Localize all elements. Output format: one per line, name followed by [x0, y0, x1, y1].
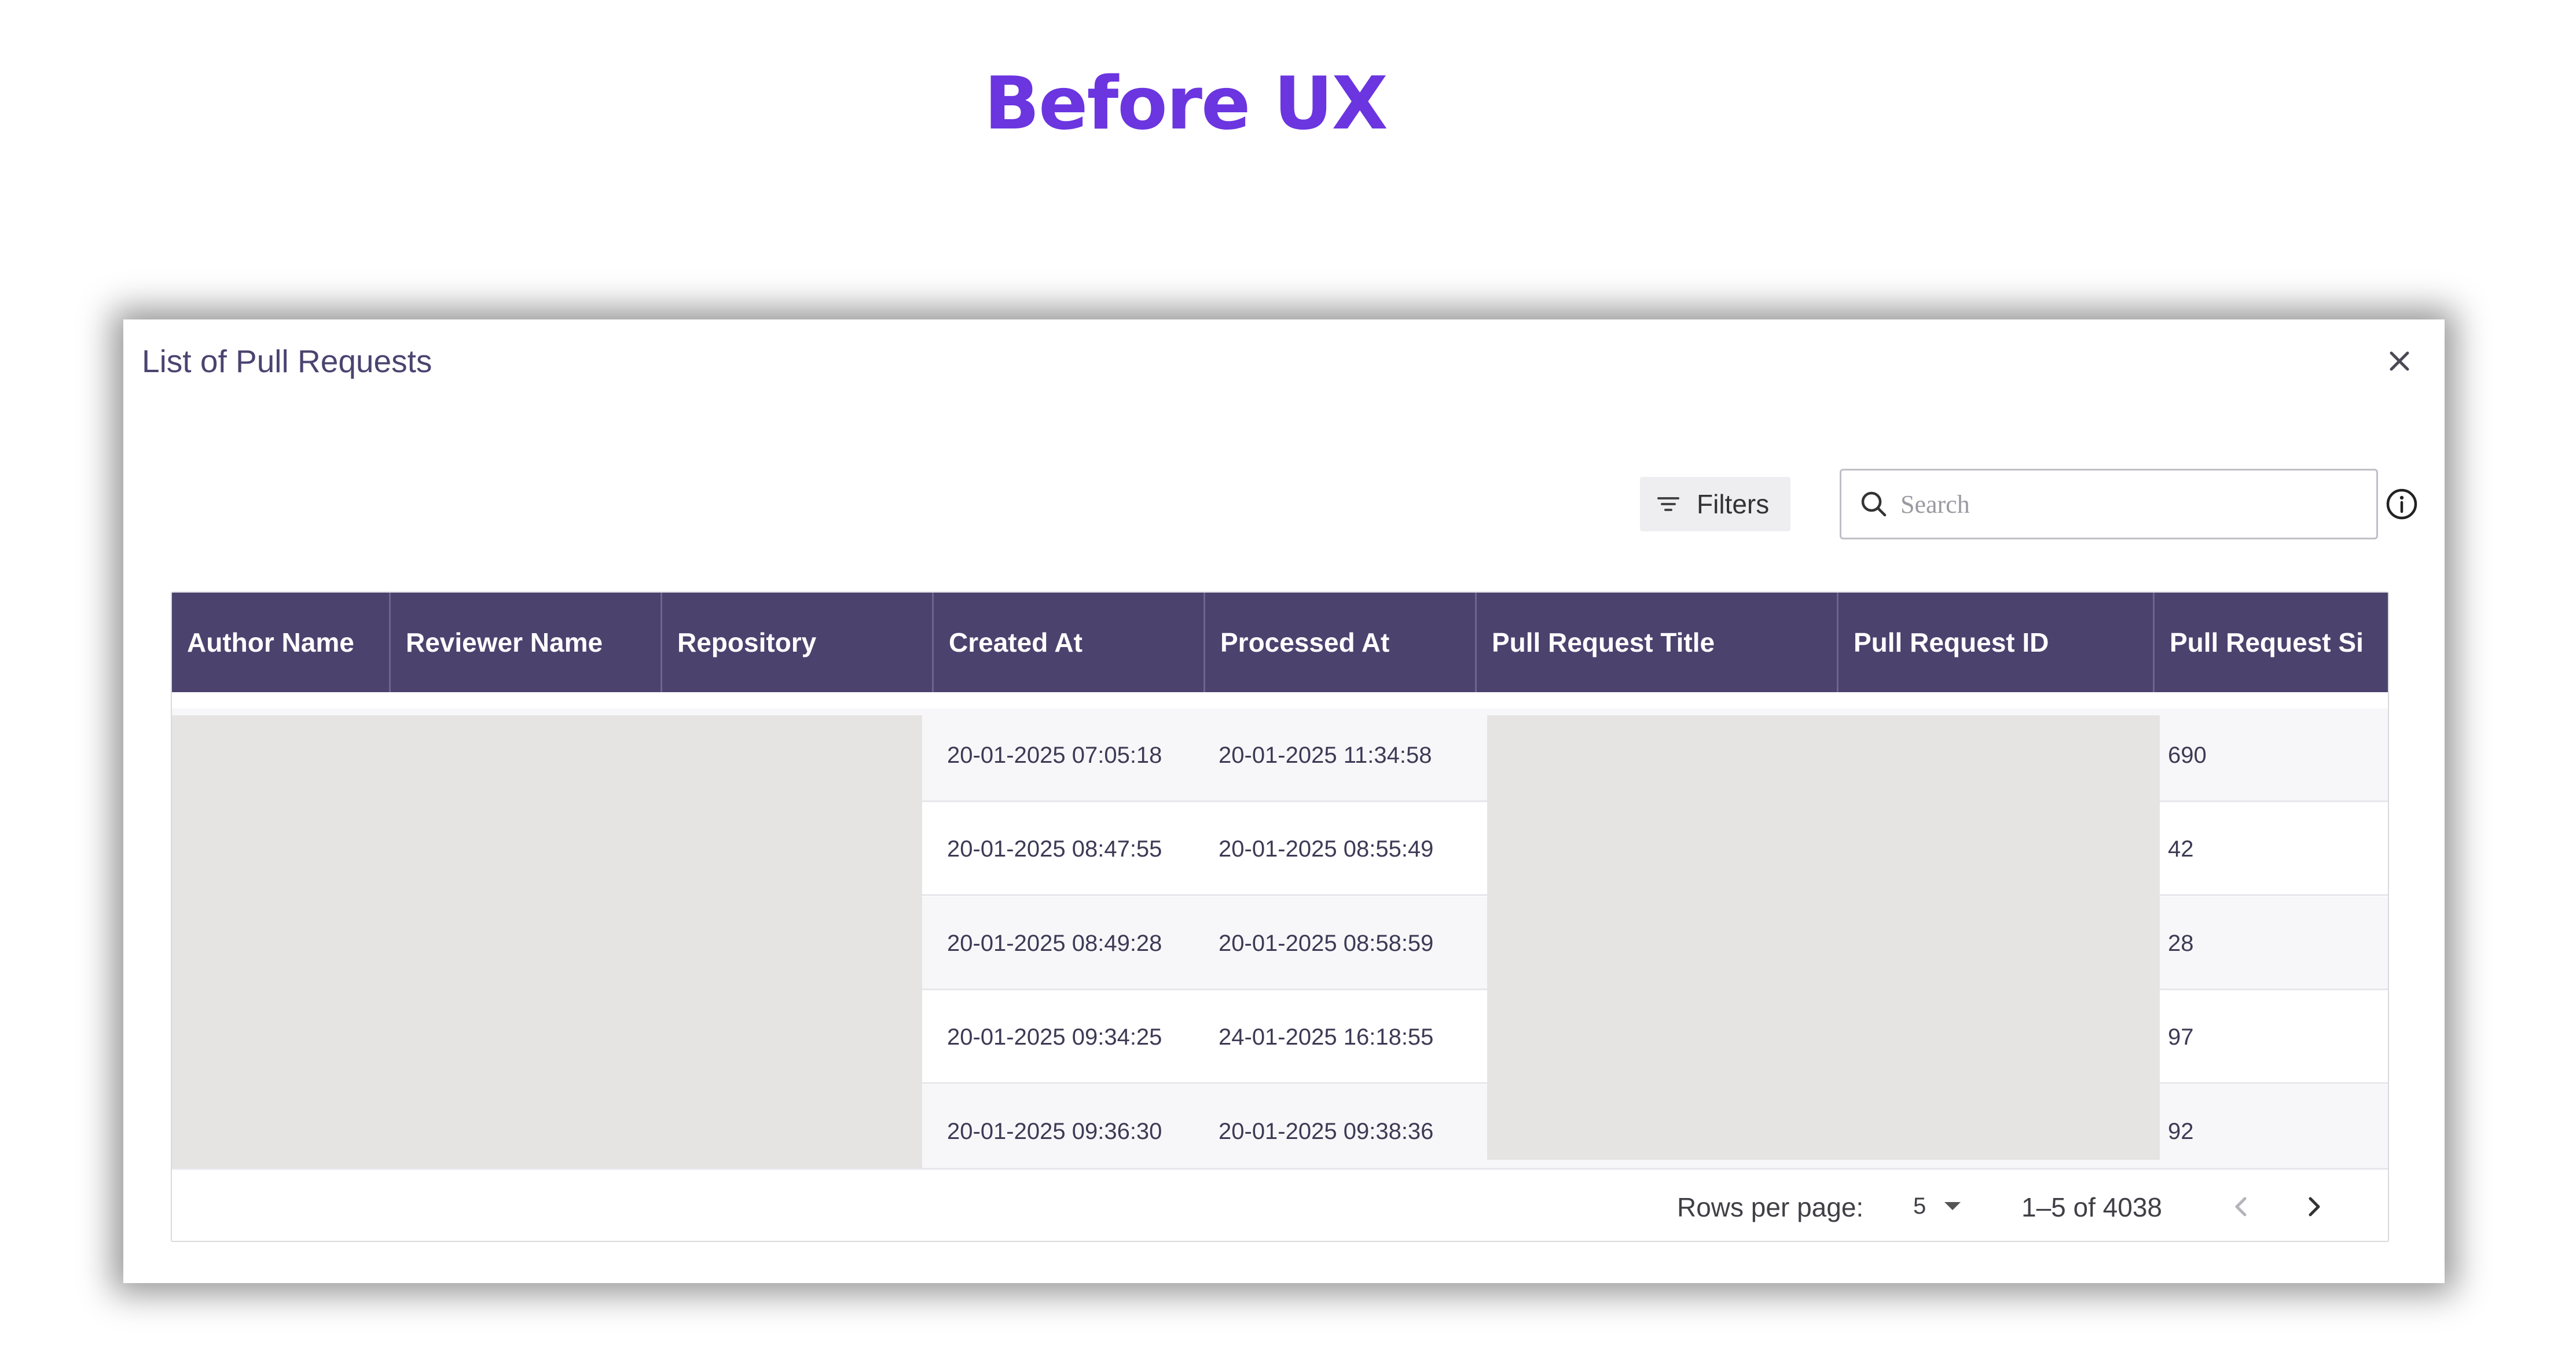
pagination-bar: Rows per page: 5 1–5 of 4038 [172, 1168, 2388, 1241]
filter-lines-icon [1657, 497, 1679, 511]
search-field[interactable] [1840, 469, 2378, 539]
column-header-pull-request-title[interactable]: Pull Request Title [1475, 593, 1837, 692]
rows-per-page-value: 5 [1913, 1193, 1927, 1219]
cell-processed-at: 20-01-2025 08:55:49 [1219, 836, 1434, 862]
column-header-pull-request-size[interactable]: Pull Request Si [2153, 593, 2388, 692]
info-button[interactable] [2385, 487, 2419, 521]
cell-processed-at: 20-01-2025 08:58:59 [1219, 930, 1434, 956]
rows-per-page-select[interactable]: 5 [1909, 1186, 1972, 1226]
dialog-title: List of Pull Requests [142, 343, 432, 379]
column-header-reviewer-name[interactable]: Reviewer Name [389, 593, 660, 692]
pagination-range: 1–5 of 4038 [2021, 1192, 2163, 1222]
redacted-block-title-id [1487, 715, 2160, 1160]
search-icon [1861, 491, 1887, 517]
chevron-right-icon [2309, 1197, 2320, 1217]
column-header-author-name[interactable]: Author Name [172, 593, 389, 692]
column-header-created-at[interactable]: Created At [932, 593, 1203, 692]
pull-requests-dialog: List of Pull Requests Filters Search Aut… [123, 319, 2445, 1283]
cell-created-at: 20-01-2025 08:49:28 [947, 930, 1162, 956]
cell-processed-at: 20-01-2025 09:38:36 [1219, 1118, 1434, 1144]
chevron-left-icon [2235, 1197, 2247, 1217]
next-page-button[interactable] [2296, 1189, 2331, 1224]
previous-page-button[interactable] [2224, 1189, 2259, 1224]
filters-label: Filters [1697, 489, 1770, 519]
column-header-processed-at[interactable]: Processed At [1203, 593, 1475, 692]
search-input[interactable] [1900, 489, 2352, 519]
cell-created-at: 20-01-2025 08:47:55 [947, 836, 1162, 862]
pull-requests-table: Author Name Reviewer Name Repository Cre… [171, 591, 2389, 1242]
caret-down-icon [1944, 1202, 1961, 1210]
cell-pr-size: 690 [2168, 742, 2207, 768]
cell-processed-at: 24-01-2025 16:18:55 [1219, 1024, 1434, 1050]
filters-button[interactable]: Filters [1640, 477, 1790, 531]
column-header-repository[interactable]: Repository [660, 593, 932, 692]
page-heading: Before UX [984, 61, 1388, 146]
column-header-pull-request-id[interactable]: Pull Request ID [1837, 593, 2153, 692]
cell-created-at: 20-01-2025 09:36:30 [947, 1118, 1162, 1144]
info-circle-icon [2386, 488, 2417, 520]
cell-created-at: 20-01-2025 09:34:25 [947, 1024, 1162, 1050]
cell-processed-at: 20-01-2025 11:34:58 [1219, 742, 1432, 768]
close-button[interactable] [2381, 343, 2418, 380]
screen: Before UX List of Pull Requests Filters [0, 0, 2576, 1356]
table-header: Author Name Reviewer Name Repository Cre… [172, 593, 2388, 692]
cell-created-at: 20-01-2025 07:05:18 [947, 742, 1162, 768]
rows-per-page-label: Rows per page: [1677, 1192, 1864, 1222]
close-icon [2390, 351, 2409, 371]
redacted-block-author-reviewer-repository [172, 715, 922, 1174]
